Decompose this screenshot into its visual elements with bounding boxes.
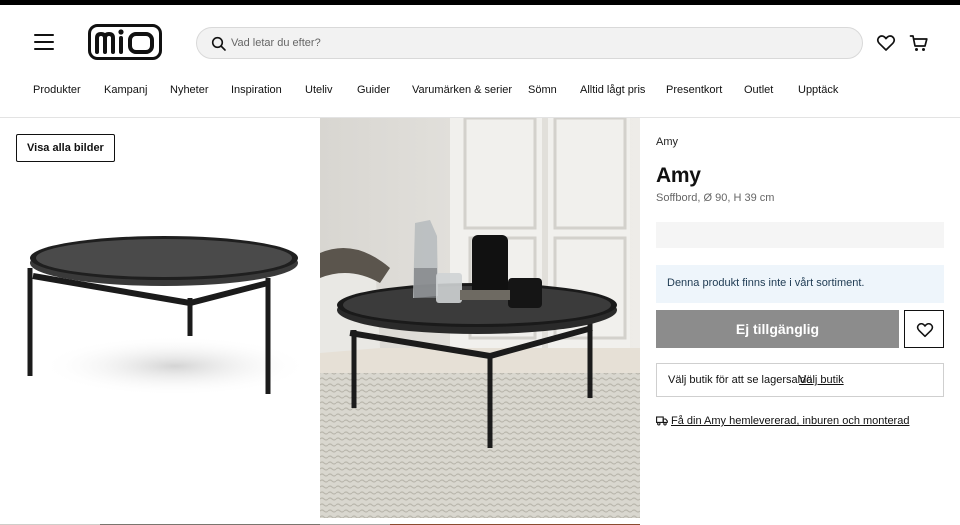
- nav-item-somn[interactable]: Sömn: [528, 84, 557, 96]
- search-bar[interactable]: [196, 27, 863, 59]
- home-delivery-link[interactable]: Få din Amy hemlevererad, inburen och mon…: [671, 415, 909, 427]
- cart-icon[interactable]: [909, 33, 929, 53]
- nav-item-guider[interactable]: Guider: [357, 84, 390, 96]
- unavailable-button[interactable]: Ej tillgänglig: [656, 310, 899, 348]
- main-nav: Produkter Kampanj Nyheter Inspiration Ut…: [0, 77, 960, 105]
- product-brand-link[interactable]: Amy: [656, 136, 678, 148]
- home-delivery-row: Få din Amy hemlevererad, inburen och mon…: [656, 414, 944, 430]
- notice-text: Denna produkt finns inte i vårt sortimen…: [667, 277, 865, 289]
- menu-icon[interactable]: [30, 30, 58, 54]
- product-subtitle: Soffbord, Ø 90, H 39 cm: [656, 192, 775, 204]
- nav-item-produkter[interactable]: Produkter: [33, 84, 81, 96]
- search-input[interactable]: [231, 32, 831, 54]
- site-header: [0, 5, 960, 77]
- not-in-range-notice: Denna produkt finns inte i vårt sortimen…: [656, 265, 944, 303]
- search-icon: [211, 36, 226, 51]
- heart-icon: [916, 322, 934, 338]
- nav-item-inspiration[interactable]: Inspiration: [231, 84, 282, 96]
- nav-item-upptack[interactable]: Upptäck: [798, 84, 838, 96]
- thumbnail-strip: [0, 518, 640, 525]
- nav-item-alltid-lagt-pris[interactable]: Alltid lågt pris: [580, 84, 645, 96]
- nav-item-presentkort[interactable]: Presentkort: [666, 84, 722, 96]
- store-stock-label: Välj butik för att se lagersaldo: [668, 374, 813, 386]
- store-stock-box: Välj butik för att se lagersaldo Välj bu…: [656, 363, 944, 397]
- nav-item-varumarken[interactable]: Varumärken & serier: [412, 84, 512, 96]
- nav-item-kampanj[interactable]: Kampanj: [104, 84, 147, 96]
- favorite-button[interactable]: [904, 310, 944, 348]
- product-title: Amy: [656, 164, 701, 187]
- nav-item-uteliv[interactable]: Uteliv: [305, 84, 333, 96]
- heart-icon[interactable]: [876, 33, 896, 53]
- site-logo[interactable]: [88, 24, 162, 60]
- product-image-lifestyle[interactable]: [320, 118, 640, 518]
- truck-icon: [656, 416, 668, 426]
- choose-store-link[interactable]: Välj butik: [799, 374, 844, 386]
- product-image-main[interactable]: Visa alla bilder: [0, 118, 320, 518]
- nav-item-outlet[interactable]: Outlet: [744, 84, 773, 96]
- nav-item-nyheter[interactable]: Nyheter: [170, 84, 209, 96]
- price-placeholder: [656, 222, 944, 248]
